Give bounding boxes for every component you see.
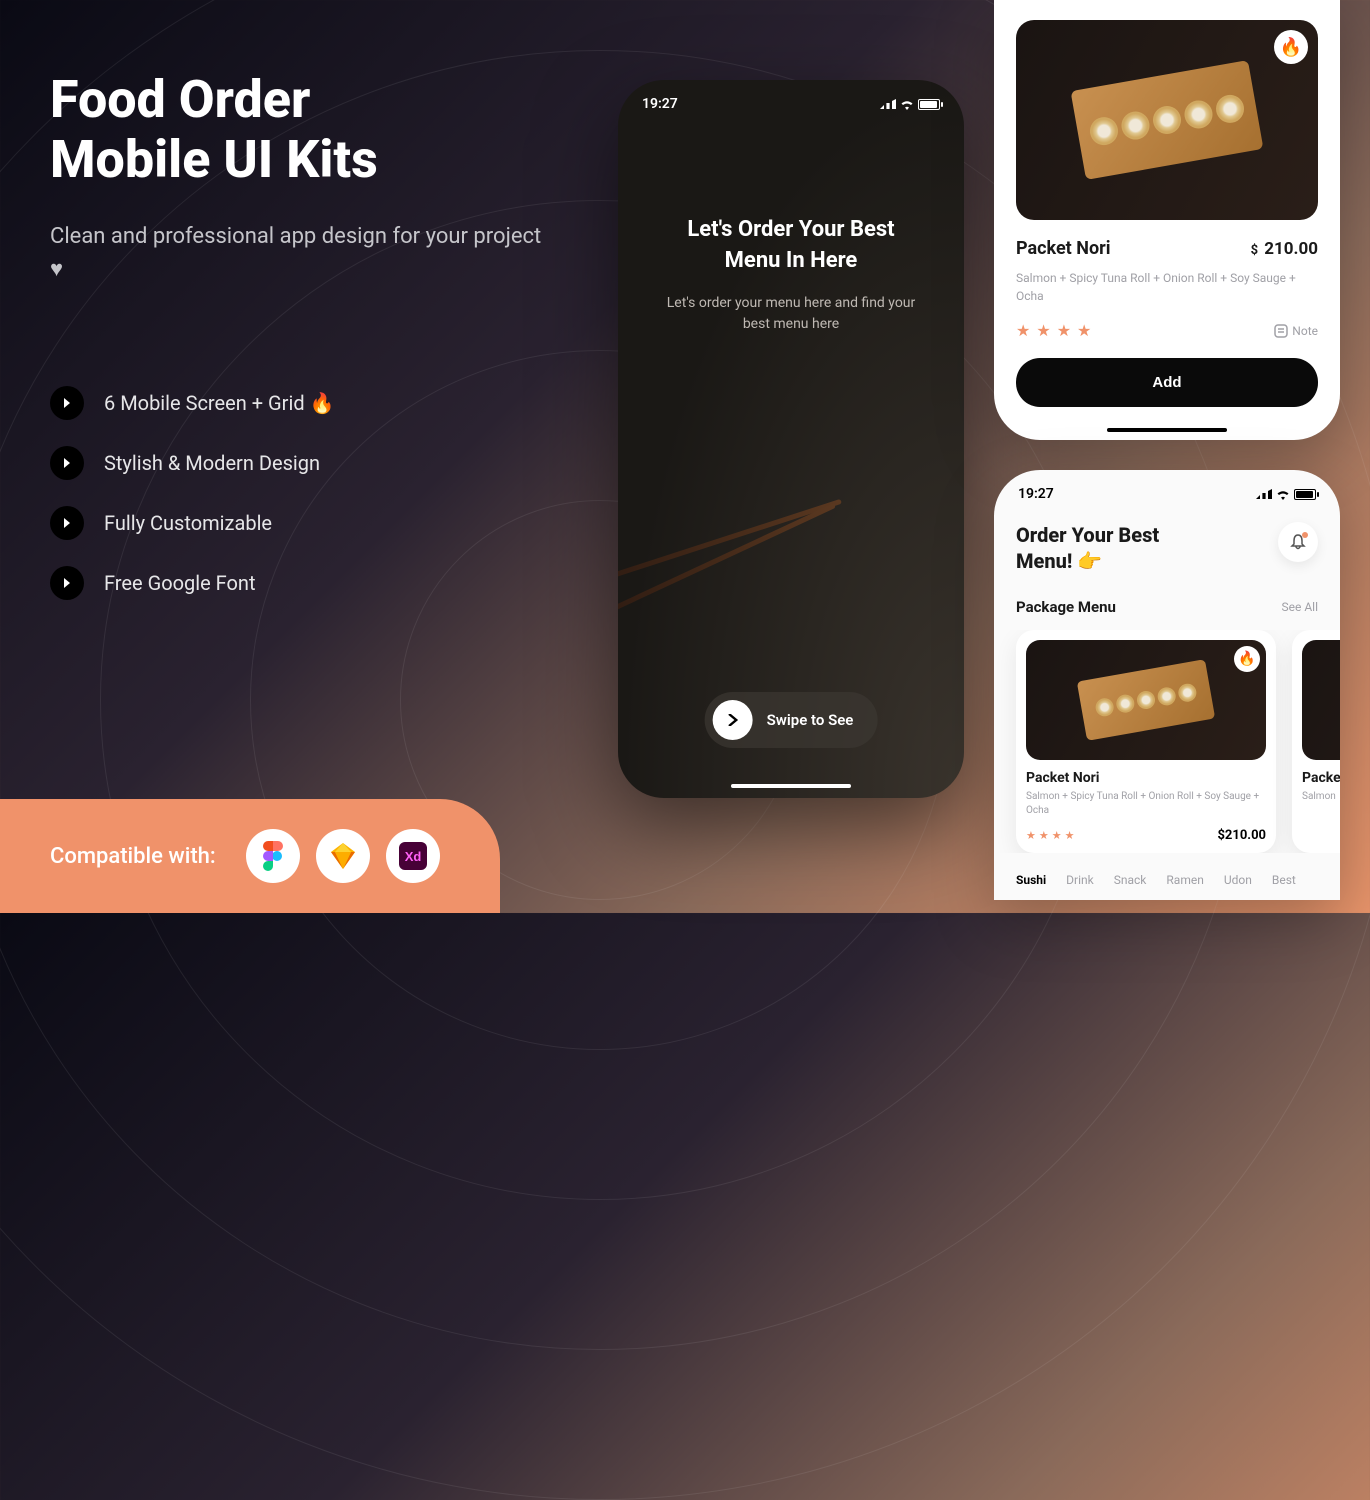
sketch-icon [316, 829, 370, 883]
svg-text:Xd: Xd [404, 849, 421, 864]
card-image [1302, 640, 1340, 760]
category-tabs: Sushi Drink Snack Ramen Udon Best [994, 853, 1340, 887]
product-name: Packet Nori [1016, 238, 1110, 259]
rating-row: ★ ★ ★ ★ Note [1016, 321, 1318, 340]
star-icon: ★ [1016, 321, 1030, 340]
section-header: Package Menu See All [994, 574, 1340, 630]
feature-list: 6 Mobile Screen + Grid 🔥 Stylish & Moder… [50, 386, 550, 600]
product-description: Salmon + Spicy Tuna Roll + Onion Roll + … [1016, 269, 1318, 305]
phones-group: 19:27 Let's Order Your Best Menu In Here… [618, 0, 1340, 913]
phone-menu: 19:27 Order Your BestMenu! 👉 Package Men… [994, 470, 1340, 900]
card-description: Salmon + Spicy Tuna Roll + Onion Roll + … [1026, 790, 1266, 818]
chevron-right-icon [713, 700, 753, 740]
status-time: 19:27 [1018, 486, 1054, 502]
status-bar: 19:27 [642, 96, 940, 112]
food-card[interactable]: Packe Salmon [1292, 630, 1340, 853]
status-time: 19:27 [642, 96, 678, 112]
tab-best[interactable]: Best [1272, 873, 1296, 887]
notification-button[interactable] [1278, 522, 1318, 562]
section-title: Package Menu [1016, 598, 1116, 616]
feature-item: Fully Customizable [50, 506, 550, 540]
chevron-right-icon [50, 506, 84, 540]
feature-item: Stylish & Modern Design [50, 446, 550, 480]
star-icon: ★ [1057, 321, 1071, 340]
feature-item: Free Google Font [50, 566, 550, 600]
signal-icon [880, 99, 896, 109]
xd-icon: Xd [386, 829, 440, 883]
home-indicator [731, 784, 851, 788]
phone-detail: 🔥 Packet Nori $ 210.00 Salmon + Spicy Tu… [994, 0, 1340, 440]
onboarding-text: Let's Order Your Best Menu In Here Let's… [658, 215, 924, 335]
note-button[interactable]: Note [1274, 324, 1318, 338]
add-button[interactable]: Add [1016, 358, 1318, 407]
wifi-icon [1276, 489, 1290, 500]
tab-snack[interactable]: Snack [1114, 873, 1147, 887]
status-bar: 19:27 [994, 470, 1340, 502]
battery-icon [918, 99, 940, 110]
tab-sushi[interactable]: Sushi [1016, 873, 1046, 887]
signal-icon [1256, 489, 1272, 499]
food-card[interactable]: 🔥 Packet Nori Salmon + Spicy Tuna Roll +… [1016, 630, 1276, 853]
swipe-label: Swipe to See [767, 711, 854, 729]
fire-icon: 🔥 [1238, 651, 1255, 667]
phone-onboarding: 19:27 Let's Order Your Best Menu In Here… [618, 80, 964, 798]
battery-icon [1294, 489, 1316, 500]
card-name: Packe [1302, 770, 1340, 786]
rating-stars: ★ ★ ★ ★ [1016, 321, 1091, 340]
card-stars: ★★★★ [1026, 829, 1075, 842]
swipe-button[interactable]: Swipe to See [705, 692, 878, 748]
onboarding-subtitle: Let's order your menu here and find your… [658, 293, 924, 335]
compat-label: Compatible with: [50, 844, 216, 869]
card-description: Salmon [1302, 790, 1340, 804]
product-image: 🔥 [1016, 20, 1318, 220]
menu-header: Order Your BestMenu! 👉 [994, 502, 1340, 574]
tab-udon[interactable]: Udon [1224, 873, 1252, 887]
note-icon [1274, 324, 1288, 338]
card-name: Packet Nori [1026, 770, 1266, 786]
chevron-right-icon [50, 566, 84, 600]
card-image: 🔥 [1026, 640, 1266, 760]
chopsticks-illustration [618, 542, 848, 548]
feature-item: 6 Mobile Screen + Grid 🔥 [50, 386, 550, 420]
hero-section: Food Order Mobile UI Kits Clean and prof… [50, 70, 550, 626]
see-all-link[interactable]: See All [1282, 600, 1319, 614]
figma-icon [246, 829, 300, 883]
hero-subtitle: Clean and professional app design for yo… [50, 220, 550, 286]
hero-title: Food Order Mobile UI Kits [50, 70, 550, 190]
product-price: $ 210.00 [1251, 239, 1318, 259]
card-footer: ★★★★ $210.00 [1026, 828, 1266, 843]
tab-drink[interactable]: Drink [1066, 873, 1094, 887]
wifi-icon [900, 99, 914, 110]
fire-icon: 🔥 [1280, 37, 1302, 58]
compat-icons: Xd [246, 829, 440, 883]
tab-ramen[interactable]: Ramen [1166, 873, 1203, 887]
star-icon: ★ [1077, 321, 1091, 340]
hot-badge: 🔥 [1234, 646, 1260, 672]
product-header: Packet Nori $ 210.00 [1016, 238, 1318, 259]
card-price: $210.00 [1217, 828, 1266, 843]
menu-title: Order Your BestMenu! 👉 [1016, 522, 1159, 574]
status-icons [1256, 486, 1316, 502]
notification-dot [1302, 532, 1308, 538]
chevron-right-icon [50, 386, 84, 420]
right-phone-column: 🔥 Packet Nori $ 210.00 Salmon + Spicy Tu… [994, 0, 1340, 913]
onboarding-title: Let's Order Your Best Menu In Here [658, 215, 924, 277]
cards-carousel[interactable]: 🔥 Packet Nori Salmon + Spicy Tuna Roll +… [994, 630, 1340, 853]
chevron-right-icon [50, 446, 84, 480]
compat-strip: Compatible with: Xd [0, 799, 500, 913]
home-indicator [1107, 428, 1227, 432]
hot-badge: 🔥 [1274, 30, 1308, 64]
status-icons [880, 96, 940, 112]
star-icon: ★ [1036, 321, 1050, 340]
